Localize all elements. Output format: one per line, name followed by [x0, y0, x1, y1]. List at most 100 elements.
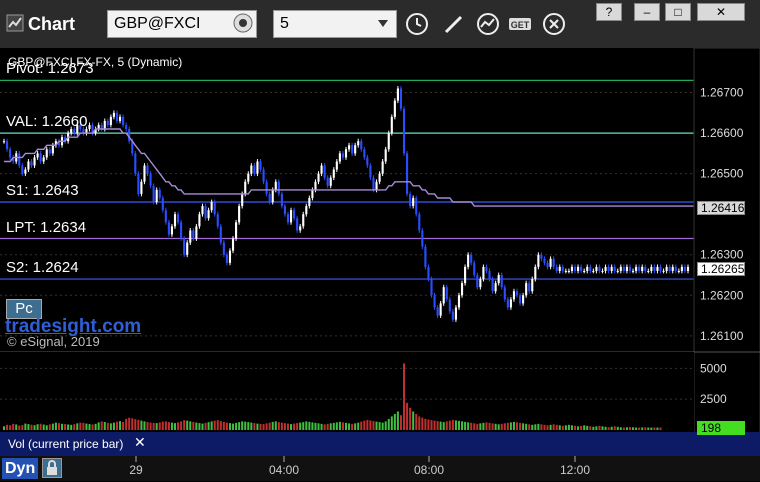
chart-type-icon[interactable]: [474, 10, 502, 38]
volume-bar: [305, 421, 308, 430]
candle-body: [250, 165, 253, 174]
candle-body: [186, 242, 189, 255]
volume-bar: [482, 422, 485, 430]
clock-icon[interactable]: [403, 10, 431, 38]
dynamic-mode-button[interactable]: Dyn: [2, 458, 38, 479]
candle-body: [619, 266, 622, 271]
volume-bar: [644, 427, 647, 430]
candle-body: [158, 189, 161, 198]
candle-body: [103, 120, 106, 130]
volume-bar: [567, 424, 570, 430]
volume-bar: [18, 425, 21, 430]
candle-body: [381, 161, 384, 174]
volume-bar: [125, 418, 128, 430]
volume-bar: [613, 426, 616, 430]
volume-bar: [616, 426, 619, 430]
volume-bar: [329, 423, 332, 430]
volume-bar: [427, 419, 430, 430]
candle-body: [653, 266, 656, 271]
volume-tag: 198: [697, 420, 745, 435]
volume-bar: [39, 423, 42, 430]
candle-body: [149, 173, 152, 186]
last-price-tag: 1.26265: [697, 261, 745, 276]
volume-bar: [158, 422, 161, 430]
candle-body: [317, 173, 320, 182]
volume-bar: [561, 425, 564, 430]
close-circle-icon[interactable]: [540, 10, 568, 38]
volume-bar: [390, 416, 393, 430]
volume-bar: [354, 423, 357, 430]
price-tick-label: 1.26300: [700, 248, 744, 262]
close-button[interactable]: ✕: [697, 3, 745, 21]
candle-body: [613, 266, 616, 271]
candle-body: [152, 185, 155, 203]
volume-tick-label: 2500: [700, 392, 727, 406]
volume-bar: [152, 422, 155, 430]
level-label: S1: 1.2643: [6, 182, 79, 200]
get-data-icon[interactable]: GET: [506, 10, 534, 38]
volume-bar: [332, 422, 335, 430]
candle-body: [622, 266, 625, 271]
volume-bar: [531, 424, 534, 430]
candle-body: [375, 181, 378, 190]
volume-bar: [384, 421, 387, 430]
minimize-button[interactable]: –: [634, 3, 660, 21]
ma-price-tag: 1.26416: [697, 200, 745, 215]
candle-body: [393, 100, 396, 117]
candle-body: [347, 145, 351, 150]
gear-icon[interactable]: [232, 12, 254, 34]
volume-study-label: Vol (current price bar): [8, 437, 124, 451]
candle-body: [204, 206, 207, 219]
candle-body: [143, 165, 146, 182]
help-button[interactable]: ?: [596, 3, 622, 21]
candle-body: [537, 254, 540, 267]
volume-bar: [445, 421, 448, 430]
candle-body: [647, 270, 650, 272]
candle-body: [308, 197, 311, 207]
candle-body: [384, 149, 387, 162]
volume-bar: [656, 427, 659, 430]
interval-select[interactable]: 5: [273, 10, 397, 38]
candle-body: [189, 230, 192, 243]
volume-bar: [570, 425, 573, 430]
volume-bar: [131, 418, 134, 430]
candle-body: [430, 279, 433, 296]
candle-body: [570, 266, 574, 271]
candle-body: [329, 177, 332, 186]
candle-body: [583, 270, 586, 272]
candle-body: [320, 165, 323, 174]
volume-bar: [213, 420, 216, 430]
volume-bar: [574, 425, 577, 430]
volume-bar: [296, 423, 299, 430]
volume-bar: [290, 424, 293, 430]
candle-body: [662, 270, 665, 272]
volume-bar: [109, 423, 112, 430]
pencil-icon[interactable]: [440, 10, 468, 38]
candle-body: [567, 270, 570, 272]
volume-bar: [100, 421, 103, 430]
candle-body: [293, 210, 296, 219]
time-tick-label: 08:00: [414, 463, 444, 477]
volume-bar: [589, 426, 592, 430]
lock-icon[interactable]: [42, 458, 62, 478]
candle-body: [424, 246, 427, 267]
candle-body: [460, 283, 464, 296]
maximize-button[interactable]: □: [665, 3, 691, 21]
close-icon[interactable]: ✕: [134, 434, 146, 451]
volume-bar: [6, 424, 9, 430]
candle-body: [564, 270, 567, 272]
volume-bar: [323, 424, 326, 430]
candle-body: [289, 210, 293, 223]
candle-body: [464, 266, 467, 284]
price-chart[interactable]: 1.26700 1.26600 1.26500 1.26300 1.26200 1.261…: [0, 48, 760, 481]
candle-body: [604, 266, 607, 271]
volume-bar: [519, 422, 522, 430]
volume-bar: [628, 427, 631, 430]
volume-bar: [451, 419, 454, 430]
candle-body: [231, 238, 235, 251]
candle-body: [378, 173, 381, 182]
price-tick-label: 1.26600: [700, 126, 744, 140]
candle-body: [21, 165, 24, 174]
volume-bar: [219, 421, 222, 430]
volume-bar: [564, 425, 567, 430]
